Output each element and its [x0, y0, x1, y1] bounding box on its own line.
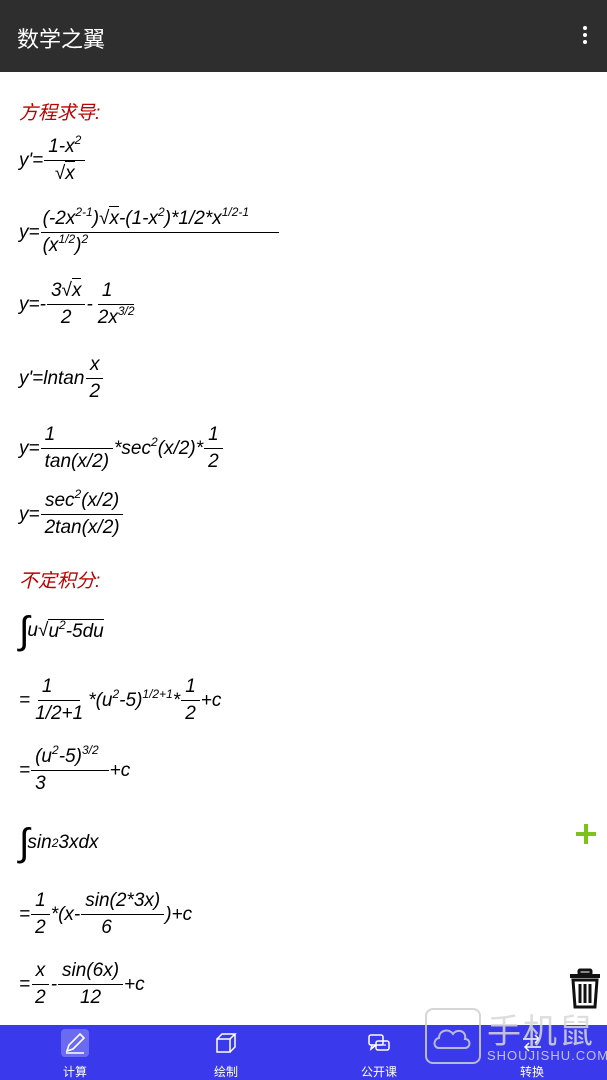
integral-eq-4: ∫ sin 2 3xdx	[19, 822, 99, 864]
sqrt-icon: √	[38, 620, 49, 641]
watermark-logo: 手机鼠 SHOUJISHU.COM	[425, 1004, 607, 1066]
nav-tab-calculate[interactable]: 计算	[25, 1025, 125, 1080]
cube-icon	[216, 1033, 237, 1053]
derivative-eq-4: y'=lntan x 2	[19, 354, 105, 403]
derivative-eq-5: y= 1 tan(x/2) *sec2(x/2)* 1 2	[19, 424, 224, 473]
pencil-icon	[65, 1032, 86, 1054]
overflow-menu-icon[interactable]	[583, 26, 589, 46]
cloud-logo-icon	[425, 1008, 481, 1064]
app-bar: 数学之翼	[0, 0, 607, 72]
chat-bubbles-icon	[368, 1034, 390, 1051]
app-title: 数学之翼	[17, 27, 106, 52]
derivative-eq-6: y= sec2(x/2) 2tan(x/2)	[19, 488, 125, 539]
sqrt-icon: √	[61, 280, 72, 301]
derivative-eq-3: y=- 3√x 2 - 1 2x3/2	[19, 278, 135, 328]
integral-eq-2: = 1 1/2+1 *(u2-5)1/2+1* 1 2 +c	[19, 676, 222, 724]
nav-tab-draw[interactable]: 绘制	[176, 1025, 276, 1080]
derivative-eq-2: y= (-2x2-1)√x-(1-x2)*1/2*x1/2-1 (x1/2)2	[19, 206, 280, 257]
nav-tab-open-course[interactable]: 公开课	[329, 1025, 429, 1080]
result-area: 方程求导: y'= 1-x2 √x y= (-2x2-1)√x-(1-x2)*1…	[0, 72, 607, 1025]
integral-eq-1: ∫ u √ u2-5du	[19, 610, 104, 652]
add-plus-icon[interactable]	[576, 824, 596, 844]
section-integral: 不定积分:	[19, 571, 101, 592]
integral-eq-3: = (u2-5)3/2 3 +c	[19, 743, 131, 794]
integral-eq-5: = 1 2 *(x- sin(2*3x) 6 )+c	[19, 890, 193, 938]
sqrt-icon: √	[54, 163, 66, 184]
sqrt-icon: √	[99, 208, 110, 229]
section-derivative: 方程求导:	[19, 103, 101, 124]
derivative-eq-1: y'= 1-x2 √x	[19, 134, 86, 185]
integral-eq-6: = x 2 - sin(6x) 12 +c	[19, 960, 145, 1008]
